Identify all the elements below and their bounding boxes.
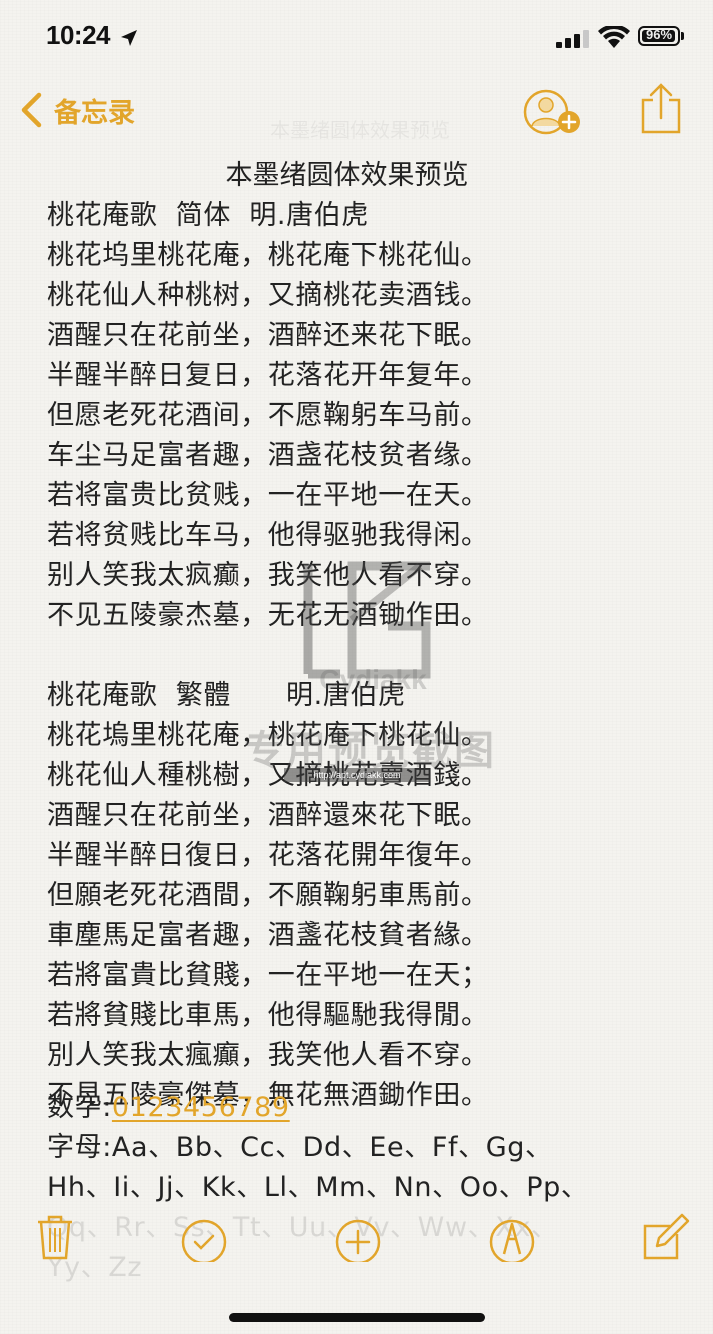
note-line: 若将富贵比贫贱，一在平地一在天。 <box>47 480 489 511</box>
note-line: 别人笑我太疯癫，我笑他人看不穿。 <box>47 560 489 591</box>
note-line: 但愿老死花酒间，不愿鞠躬车马前。 <box>47 400 489 431</box>
share-icon <box>641 83 681 134</box>
note-line: 半醒半醉日复日，花落花开年复年。 <box>47 360 489 391</box>
note-line: 但願老死花酒間，不願鞠躬車馬前。 <box>47 880 489 911</box>
markup-button[interactable] <box>488 1212 538 1265</box>
nav-bar: 备忘录 本墨绪圆体效果预览 <box>0 80 713 144</box>
note-line: 桃花庵歌 简体 明.唐伯虎 <box>47 200 369 231</box>
trash-icon <box>38 1215 72 1260</box>
battery-indicator: 96% <box>638 26 686 48</box>
note-digits-line: 数字:0123456789 <box>47 1088 290 1128</box>
add-icon <box>335 1219 381 1265</box>
checklist-button[interactable] <box>180 1212 230 1265</box>
note-line: 桃花塢里桃花庵，桃花庵下桃花仙。 <box>47 720 489 751</box>
back-button[interactable]: 备忘录 <box>20 88 135 132</box>
chevron-left-icon <box>21 92 42 128</box>
compose-icon <box>643 1213 690 1260</box>
note-line: 桃花坞里桃花庵，桃花庵下桃花仙。 <box>47 240 489 271</box>
home-indicator[interactable] <box>229 1313 485 1322</box>
cellular-signal-icon <box>556 30 589 48</box>
battery-tip <box>681 32 684 40</box>
note-line: 桃花仙人種桃樹，又摘桃花賣酒錢。 <box>47 760 489 791</box>
note-line: 別人笑我太瘋癲，我笑他人看不穿。 <box>47 1040 489 1071</box>
add-person-icon <box>523 89 580 135</box>
note-line: 半醒半醉日復日，花落花開年復年。 <box>47 840 489 871</box>
note-line: 若将贫贱比车马，他得驱驰我得闲。 <box>47 520 489 551</box>
note-letters-line-2: Hh、Ii、Jj、Kk、Ll、Mm、Nn、Oo、Pp、 <box>47 1172 589 1203</box>
note-line: 车尘马足富者趣，酒盏花枝贫者缘。 <box>47 440 489 471</box>
bottom-toolbar <box>0 1212 713 1276</box>
battery-percentage: 96% <box>645 27 673 42</box>
status-time: 10:24 <box>46 20 111 50</box>
note-line: 不见五陵豪杰墓，无花无酒锄作田。 <box>47 600 489 631</box>
back-label: 备忘录 <box>54 97 135 129</box>
add-people-button[interactable] <box>520 86 586 138</box>
share-button[interactable] <box>638 82 684 138</box>
markup-icon <box>489 1219 535 1265</box>
note-letters-line-1: 字母:Aa、Bb、Cc、Dd、Ee、Ff、Gg、 <box>47 1132 553 1163</box>
digits-label: 数字: <box>47 1092 112 1123</box>
note-title: 本墨绪圆体效果预览 <box>225 160 469 191</box>
note-line: 若將貧賤比車馬，他得驅馳我得閒。 <box>47 1000 489 1031</box>
location-arrow-icon <box>121 30 137 46</box>
note-line: 車塵馬足富者趣，酒盞花枝貧者緣。 <box>47 920 489 951</box>
note-line: 酒醒只在花前坐，酒醉還來花下眠。 <box>47 800 489 831</box>
note-line: 酒醒只在花前坐，酒醉还来花下眠。 <box>47 320 489 351</box>
compose-button[interactable] <box>640 1212 690 1262</box>
checklist-icon <box>181 1219 227 1265</box>
add-button[interactable] <box>334 1212 384 1265</box>
wifi-icon <box>598 26 630 48</box>
faded-nav-title: 本墨绪圆体效果预览 <box>270 118 450 142</box>
delete-button[interactable] <box>30 1212 80 1262</box>
note-line: 若將富貴比貧賤，一在平地一在天； <box>47 960 489 991</box>
note-line: 桃花庵歌 繁體 明.唐伯虎 <box>47 680 406 711</box>
status-bar: 10:24 96% <box>0 0 713 80</box>
note-line: 桃花仙人种桃树，又摘桃花卖酒钱。 <box>47 280 489 311</box>
digits-link[interactable]: 0123456789 <box>112 1092 290 1123</box>
